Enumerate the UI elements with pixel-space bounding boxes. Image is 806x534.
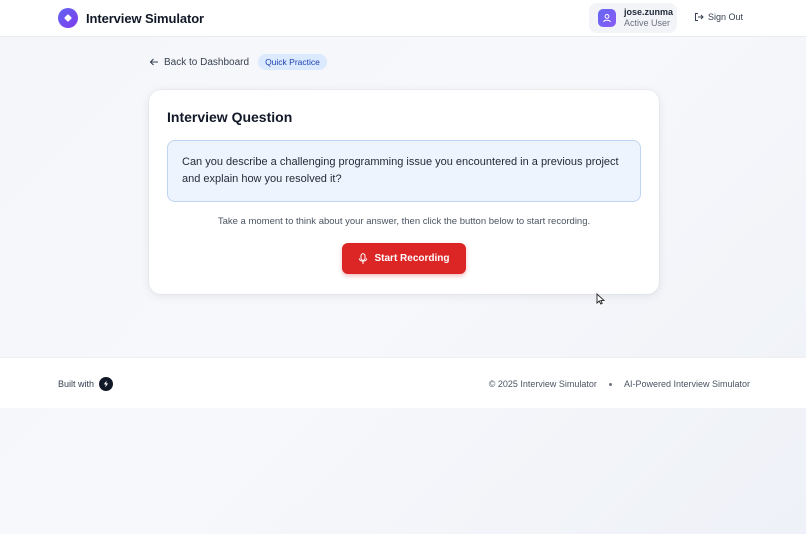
separator-dot [608,382,612,386]
copyright-text: © 2025 Interview Simulator [488,379,597,389]
start-recording-button[interactable]: Start Recording [342,243,466,274]
breadcrumb-row: Back to Dashboard Quick Practice [149,54,327,70]
card-title: Interview Question [167,109,293,125]
footer-meta: © 2025 Interview Simulator AI-Powered In… [489,379,750,389]
top-header: Interview Simulator jose.zunma Active Us… [0,0,806,37]
user-status: Active User [624,18,671,28]
question-text: Can you describe a challenging programmi… [167,140,641,202]
instruction-text: Take a moment to think about your answer… [217,216,591,227]
brand[interactable]: Interview Simulator [58,8,204,28]
user-icon [598,9,616,27]
sign-out-label: Sign Out [708,12,744,22]
user-name: jose.zunma [624,7,674,17]
start-recording-label: Start Recording [374,253,450,264]
back-label: Back to Dashboard [164,56,250,68]
app-title: Interview Simulator [86,10,205,26]
bolt-icon[interactable] [99,377,114,391]
user-profile-chip[interactable]: jose.zunma Active User [589,3,677,33]
microphone-icon [359,252,368,264]
sign-out-button[interactable]: Sign Out [694,12,743,22]
back-to-dashboard-link[interactable]: Back to Dashboard [149,57,249,68]
tagline-text: AI-Powered Interview Simulator [623,379,750,389]
footer: Built with © 2025 Interview Simulator AI… [0,357,806,408]
mouse-cursor-icon [596,292,606,310]
mode-badge: Quick Practice [258,54,327,70]
interview-question-card: Interview Question Can you describe a ch… [149,90,659,294]
built-with-label: Built with [58,379,95,389]
arrow-left-icon [149,58,158,66]
brand-logo-icon [58,8,78,28]
built-with: Built with [58,377,114,391]
sign-out-icon [695,13,704,21]
